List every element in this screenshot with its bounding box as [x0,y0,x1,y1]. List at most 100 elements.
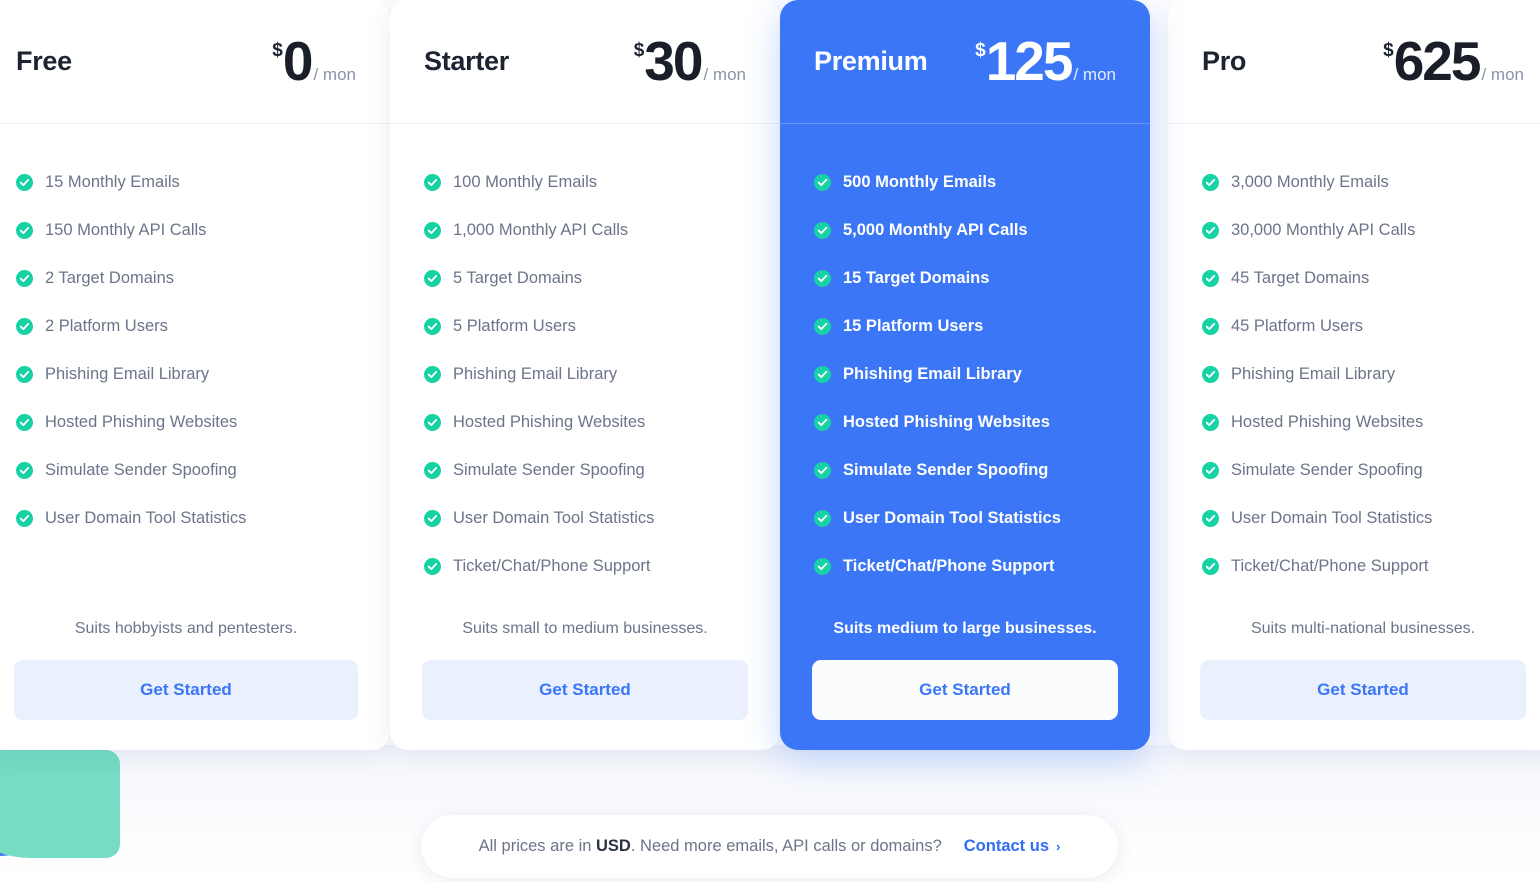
feature-label: Simulate Sender Spoofing [453,460,645,479]
billing-period: / mon [703,64,746,84]
check-circle-icon [814,509,831,527]
feature-label: Phishing Email Library [45,364,210,383]
check-circle-icon [814,173,831,191]
feature-item: Simulate Sender Spoofing [814,446,1116,494]
plan-tagline: Suits hobbyists and pentesters. [74,620,298,637]
check-circle-icon [16,509,33,527]
feature-list: 500 Monthly Emails 5,000 Monthly API Call… [780,124,1150,590]
feature-label: Hosted Phishing Websites [45,412,238,431]
feature-list: 100 Monthly Emails 1,000 Monthly API Call… [390,124,780,590]
pricing-card-pro: Pro $625/ mon 3,000 Monthly Emails 30,000 M… [1168,0,1540,750]
feature-item: Phishing Email Library [424,350,746,398]
feature-item: Phishing Email Library [814,350,1116,398]
check-circle-icon [814,461,831,479]
check-circle-icon [424,365,441,383]
feature-item: 100 Monthly Emails [424,158,746,206]
feature-item: User Domain Tool Statistics [424,494,746,542]
feature-item: 150 Monthly API Calls [16,206,356,254]
feature-label: 5 Target Domains [453,268,583,287]
feature-item: User Domain Tool Statistics [814,494,1116,542]
feature-item: 15 Monthly Emails [16,158,356,206]
feature-label: 15 Monthly Emails [45,172,180,191]
check-circle-icon [1202,269,1219,287]
check-circle-icon [424,221,441,239]
get-started-button[interactable]: Get Started [422,660,748,720]
price-block: $125/ mon [975,34,1116,89]
get-started-button[interactable]: Get Started [812,660,1118,720]
get-started-button[interactable]: Get Started [1200,660,1526,720]
check-circle-icon [1202,413,1219,431]
note-suffix: . Need more emails, API calls or domains… [630,837,942,855]
plan-tagline: Suits multi-national businesses. [1250,620,1476,637]
check-circle-icon [1202,221,1219,239]
check-circle-icon [424,413,441,431]
chevron-right-icon: › [1056,839,1061,854]
get-started-button[interactable]: Get Started [14,660,358,720]
feature-item: 3,000 Monthly Emails [1202,158,1524,206]
feature-label: 30,000 Monthly API Calls [1231,220,1416,239]
feature-label: Simulate Sender Spoofing [843,460,1049,479]
plan-tagline: Suits small to medium businesses. [462,620,708,637]
feature-item: Ticket/Chat/Phone Support [814,542,1116,590]
price-block: $30/ mon [634,34,746,89]
feature-label: 45 Target Domains [1231,268,1370,287]
check-circle-icon [814,317,831,335]
feature-label: 15 Target Domains [843,268,990,287]
feature-label: 5 Platform Users [453,316,576,335]
feature-label: 5,000 Monthly API Calls [843,220,1028,239]
pricing-card-starter: Starter $30/ mon 100 Monthly Emails 1,000 M… [390,0,780,750]
card-footer: Suits hobbyists and pentesters. Get Start… [0,620,390,750]
feature-item: Phishing Email Library [16,350,356,398]
feature-label: 3,000 Monthly Emails [1231,172,1389,191]
price-amount: 625 [1393,30,1482,93]
check-circle-icon [814,269,831,287]
feature-label: 45 Platform Users [1231,316,1364,335]
card-header: Pro $625/ mon [1168,0,1540,124]
card-footer: Suits medium to large businesses. Get Sta… [780,620,1150,750]
feature-label: 1,000 Monthly API Calls [453,220,629,239]
check-circle-icon [16,413,33,431]
contact-us-link[interactable]: Contact us › [964,837,1061,856]
check-circle-icon [16,461,33,479]
feature-label: Hosted Phishing Websites [1231,412,1424,431]
feature-item: 15 Target Domains [814,254,1116,302]
card-header: Premium $125/ mon [780,0,1150,124]
check-circle-icon [1202,509,1219,527]
plan-name: Free [16,46,72,76]
feature-item: 5,000 Monthly API Calls [814,206,1116,254]
plan-name: Premium [814,46,928,76]
card-footer: Suits small to medium businesses. Get Sta… [390,620,780,750]
feature-label: User Domain Tool Statistics [1231,508,1433,527]
feature-item: 30,000 Monthly API Calls [1202,206,1524,254]
feature-label: 100 Monthly Emails [453,172,597,191]
pricing-note-text: All prices are in USD. Need more emails,… [479,837,942,856]
note-prefix: All prices are in [478,837,597,855]
feature-item: 2 Target Domains [16,254,356,302]
feature-item: Simulate Sender Spoofing [1202,446,1524,494]
feature-label: 15 Platform Users [843,316,984,335]
price-amount: 0 [282,30,314,93]
feature-list: 3,000 Monthly Emails 30,000 Monthly API C… [1168,124,1540,590]
feature-label: User Domain Tool Statistics [843,508,1061,527]
feature-label: Phishing Email Library [843,364,1022,383]
check-circle-icon [16,317,33,335]
feature-item: Hosted Phishing Websites [16,398,356,446]
contact-us-label: Contact us [963,837,1050,855]
billing-period: / mon [1073,64,1116,84]
billing-period: / mon [1481,64,1524,84]
price-block: $625/ mon [1383,30,1524,93]
card-header: Starter $30/ mon [390,0,780,124]
pricing-note-pill: All prices are in USD. Need more emails,… [421,815,1118,878]
check-circle-icon [424,461,441,479]
feature-item: Ticket/Chat/Phone Support [424,542,746,590]
feature-label: Simulate Sender Spoofing [45,460,237,479]
feature-item: 1,000 Monthly API Calls [424,206,746,254]
feature-label: Simulate Sender Spoofing [1231,460,1423,479]
plan-tagline: Suits medium to large businesses. [833,620,1097,637]
check-circle-icon [16,173,33,191]
feature-label: Ticket/Chat/Phone Support [1231,556,1429,575]
feature-item: Ticket/Chat/Phone Support [1202,542,1524,590]
feature-label: 150 Monthly API Calls [45,220,207,239]
billing-period: / mon [313,64,356,84]
currency-symbol: $ [1383,40,1394,62]
